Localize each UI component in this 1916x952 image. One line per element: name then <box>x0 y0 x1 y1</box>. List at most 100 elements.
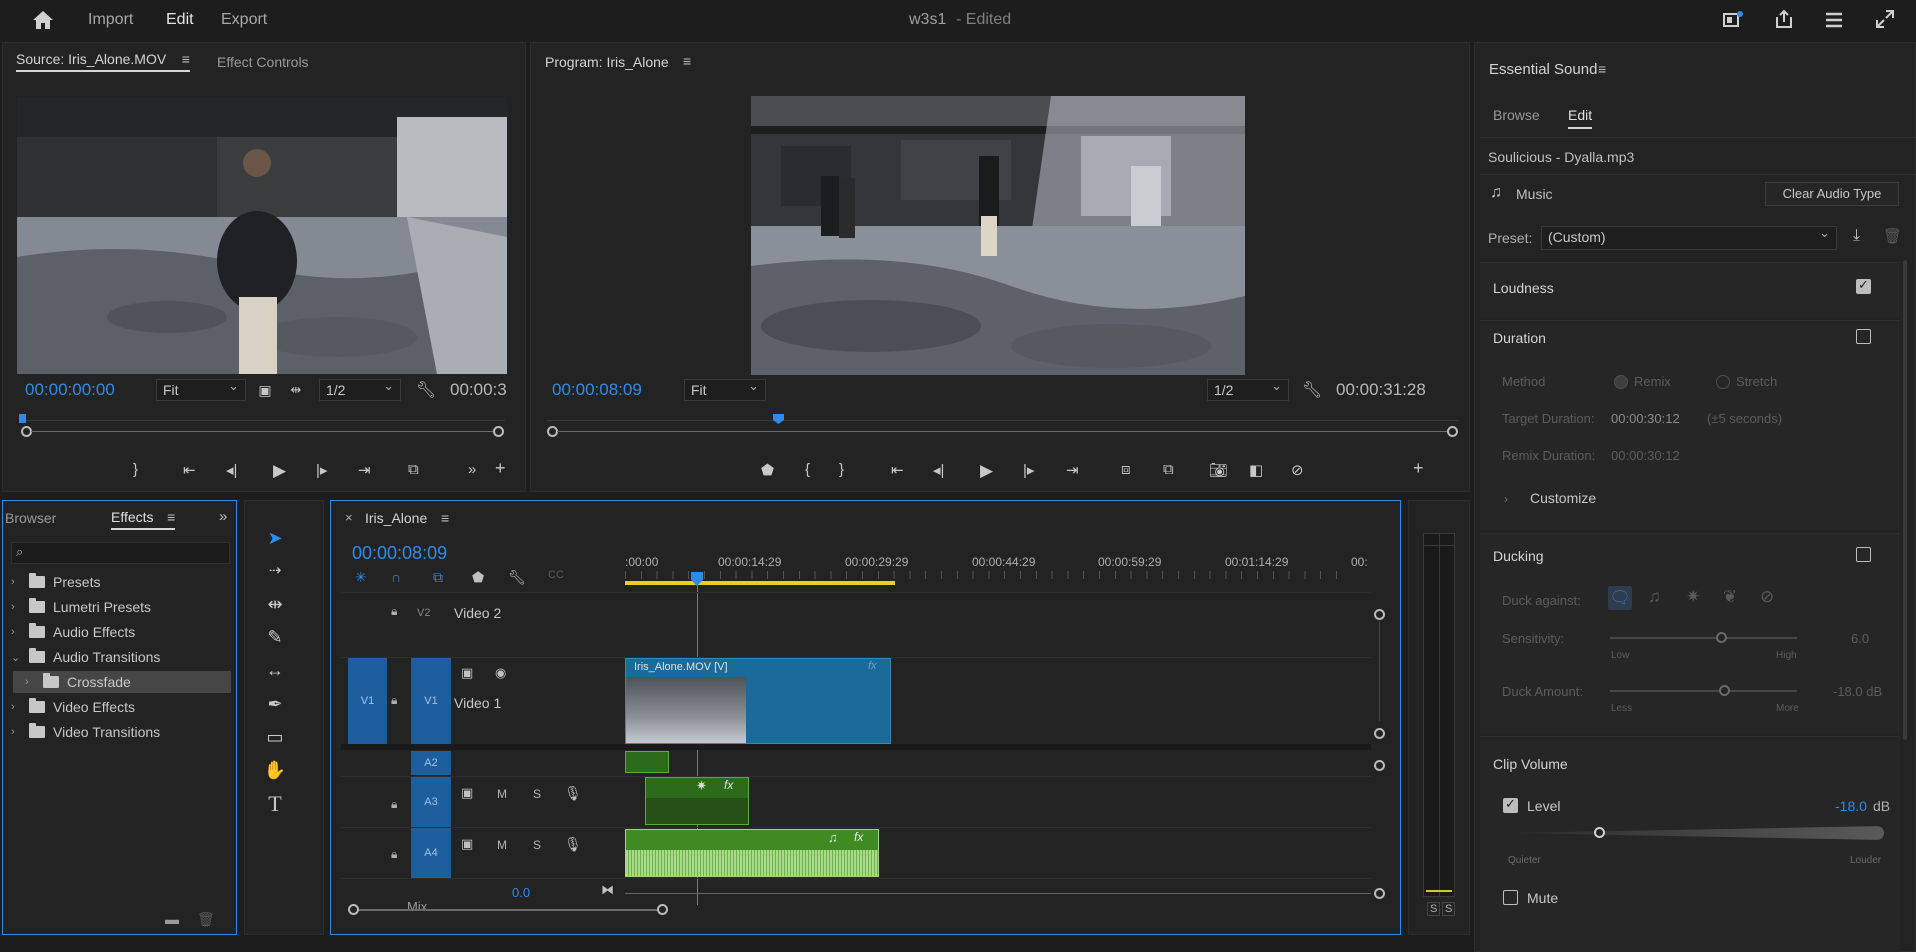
customize-label[interactable]: Customize <box>1530 490 1596 506</box>
tab-effect-controls[interactable]: Effect Controls <box>217 54 309 70</box>
customize-chevron-icon[interactable]: › <box>1504 492 1508 506</box>
chevron-right-icon[interactable]: › <box>11 726 23 738</box>
sequence-menu-icon[interactable]: ≡ <box>441 510 449 526</box>
effects-search-input[interactable]: ⌕ <box>11 542 230 564</box>
tree-item-audio-effects[interactable]: › Audio Effects <box>11 622 135 642</box>
level-knob[interactable] <box>1594 827 1605 838</box>
program-scrub-bar[interactable] <box>547 414 1459 437</box>
step-back-icon[interactable]: ◂| <box>226 461 237 479</box>
stretch-radio[interactable] <box>1716 375 1730 389</box>
lift-icon[interactable]: ⧈ <box>1121 461 1131 478</box>
mix-pan-icon[interactable]: ⧓ <box>601 882 614 898</box>
clip-a2[interactable] <box>625 751 669 773</box>
lock-icon[interactable]: 🔒︎ <box>391 797 397 812</box>
tab-browse[interactable]: Browse <box>1493 107 1540 123</box>
essential-sound-menu-icon[interactable]: ≡ <box>1598 61 1606 77</box>
tree-item-crossfade[interactable]: › Crossfade <box>25 672 131 692</box>
extract-icon[interactable]: ⧉ <box>1163 461 1174 478</box>
v-scroll-bottom[interactable] <box>1374 728 1385 739</box>
tab-edit[interactable]: Edit <box>1568 107 1593 129</box>
program-zoom-end[interactable] <box>1447 426 1458 437</box>
ripple-edit-tool-icon[interactable]: ⇹ <box>261 590 289 618</box>
slip-tool-icon[interactable]: ↔ <box>261 656 289 684</box>
loudness-checkbox[interactable] <box>1856 277 1871 294</box>
mix-value[interactable]: 0.0 <box>512 885 530 900</box>
timeline-ruler[interactable]: :00:00 00:00:14:29 00:00:29:29 00:00:44:… <box>625 553 1375 593</box>
duck-amount-track[interactable] <box>1610 690 1797 692</box>
track-id-v2[interactable]: V2 <box>417 607 430 619</box>
sync-lock-icon[interactable]: ▣ <box>461 836 473 852</box>
chevron-right-icon[interactable]: › <box>25 676 37 688</box>
clip-a3[interactable]: ✷ fx <box>645 777 749 825</box>
chevron-right-icon[interactable]: › <box>11 576 23 588</box>
sync-lock-icon[interactable]: ▣ <box>461 785 473 801</box>
source-patch-v1[interactable]: V1 <box>348 658 387 744</box>
nest-icon[interactable]: ✳ <box>355 569 367 586</box>
lock-icon[interactable]: 🔒︎ <box>391 847 397 862</box>
track-target-a4[interactable]: A4 <box>411 828 451 878</box>
nav-export[interactable]: Export <box>221 11 267 29</box>
solo-right-button[interactable]: S <box>1442 902 1456 916</box>
selection-tool-icon[interactable]: ➤ <box>261 524 289 552</box>
source-resolution-dropdown[interactable]: 1/2 <box>319 378 401 401</box>
ambience-icon[interactable]: ❦ <box>1723 587 1737 607</box>
go-to-out-icon[interactable]: ⇥ <box>358 461 371 479</box>
sfx-icon[interactable]: ✷ <box>1686 587 1700 607</box>
solo-track-button[interactable]: S <box>533 787 541 801</box>
source-timecode[interactable]: 00:00:00:00 <box>25 380 115 400</box>
level-value[interactable]: -18.0 <box>1835 798 1867 814</box>
sequence-tab[interactable]: Iris_Alone <box>365 510 427 526</box>
snap-icon[interactable]: ∩ <box>391 569 401 585</box>
go-to-out-icon[interactable]: ⇥ <box>1066 461 1079 479</box>
play-icon[interactable]: ▶ <box>980 461 993 481</box>
fullscreen-icon[interactable] <box>1874 8 1896 30</box>
nav-edit[interactable]: Edit <box>166 11 194 29</box>
chevron-right-icon[interactable]: › <box>11 626 23 638</box>
tree-item-presets[interactable]: › Presets <box>11 572 100 592</box>
button-editor-icon[interactable]: + <box>1413 458 1424 479</box>
new-bin-icon[interactable]: ▬ <box>165 911 179 927</box>
dialogue-icon[interactable]: 🗨︎ <box>1608 586 1632 610</box>
duck-amount-knob[interactable] <box>1719 685 1730 696</box>
timeline-timecode[interactable]: 00:00:08:09 <box>352 543 447 564</box>
a-scroll-top[interactable] <box>1374 760 1385 771</box>
clip-v1[interactable]: Iris_Alone.MOV [V] fx <box>625 658 891 744</box>
level-checkbox[interactable] <box>1503 796 1518 813</box>
eye-icon[interactable]: ◉ <box>495 665 506 681</box>
hand-tool-icon[interactable]: ✋ <box>261 756 289 784</box>
delete-icon[interactable]: 🗑︎ <box>197 911 215 928</box>
linked-selection-icon[interactable]: ⧉ <box>433 569 443 586</box>
chevron-right-icon[interactable]: › <box>11 601 23 613</box>
tab-source[interactable]: Source: Iris_Alone.MOV ≡ <box>16 51 190 72</box>
rectangle-tool-icon[interactable]: ▭ <box>261 723 289 751</box>
program-panel-menu-icon[interactable]: ≡ <box>683 53 691 69</box>
sensitivity-value[interactable]: 6.0 <box>1851 631 1869 646</box>
insert-icon[interactable]: ⧉ <box>408 461 419 478</box>
go-to-in-icon[interactable]: ⇤ <box>183 461 196 479</box>
expand-panels-icon[interactable]: » <box>219 508 227 525</box>
more-controls-icon[interactable]: » <box>468 461 476 478</box>
play-icon[interactable]: ▶ <box>273 461 286 481</box>
export-frame-icon[interactable]: ▣ <box>257 381 273 399</box>
go-to-in-icon[interactable]: ⇤ <box>891 461 904 479</box>
clear-audio-type-button[interactable]: Clear Audio Type <box>1765 182 1899 206</box>
trim-icon[interactable]: ⊘ <box>1291 461 1304 479</box>
v-scroll-top[interactable] <box>1374 609 1385 620</box>
share-icon[interactable] <box>1773 8 1795 30</box>
track-target-a2[interactable]: A2 <box>411 751 451 775</box>
button-editor-icon[interactable]: + <box>495 458 506 479</box>
unassigned-icon[interactable]: ⊘ <box>1760 587 1774 607</box>
comparison-view-icon[interactable]: ◧ <box>1249 461 1263 479</box>
duck-amount-value[interactable]: -18.0 dB <box>1833 684 1882 699</box>
home-icon[interactable] <box>30 8 56 32</box>
microphone-icon[interactable]: 🎙︎ <box>564 785 582 802</box>
h-zoom-bar[interactable] <box>359 909 657 911</box>
save-preset-icon[interactable]: ⤓ <box>1853 227 1860 245</box>
tree-item-video-transitions[interactable]: › Video Transitions <box>11 722 160 742</box>
target-duration-value[interactable]: 00:00:30:12 <box>1611 411 1680 426</box>
tab-browser[interactable]: Browser <box>5 510 56 526</box>
source-zoom-end[interactable] <box>493 426 504 437</box>
a-scroll-bottom[interactable] <box>1374 888 1385 899</box>
panel-menu-icon[interactable]: ≡ <box>182 51 190 67</box>
tree-item-lumetri-presets[interactable]: › Lumetri Presets <box>11 597 151 617</box>
